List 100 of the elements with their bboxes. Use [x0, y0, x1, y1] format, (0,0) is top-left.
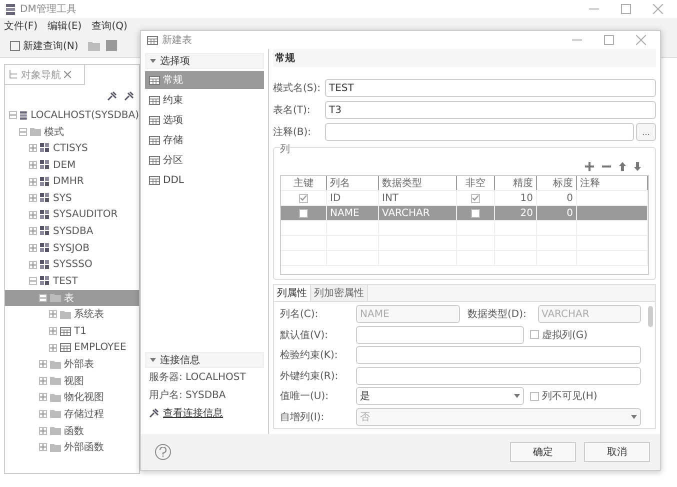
tree-item[interactable]: 视图	[5, 372, 139, 390]
tree-item[interactable]: 外部表	[5, 356, 139, 372]
collapse-icon	[19, 128, 27, 136]
option-item[interactable]: 选项	[145, 111, 264, 129]
expand-icon	[29, 244, 37, 252]
up-arrow-icon[interactable]	[619, 162, 626, 171]
connection-info-link[interactable]: 查看连接信息	[145, 404, 264, 422]
checkbox[interactable]	[471, 208, 480, 218]
tree-item[interactable]: SYS	[5, 190, 139, 207]
option-item[interactable]: 存储	[145, 131, 264, 149]
tree-label: CTISYS	[53, 142, 88, 154]
browse-button[interactable]: ...	[636, 123, 656, 141]
field-label: 默认值(V):	[280, 328, 330, 342]
section-title: 选择项	[160, 54, 190, 68]
option-label: 分区	[163, 154, 183, 167]
maximize-button[interactable]	[621, 4, 631, 14]
input-field[interactable]	[356, 326, 524, 344]
dialog-button[interactable]: 取消	[584, 442, 650, 462]
group-legend: 列	[280, 142, 290, 156]
minimize-button[interactable]	[589, 8, 599, 10]
tree-label: 表	[64, 292, 74, 305]
checkbox[interactable]	[299, 208, 308, 218]
option-label: DDL	[163, 174, 184, 186]
tree-item[interactable]: 物化视图	[5, 389, 139, 406]
help-button[interactable]	[155, 444, 171, 460]
list-icon	[149, 76, 160, 84]
tree-label: 存储过程	[64, 408, 104, 421]
tree-item[interactable]: 存储过程	[5, 406, 139, 422]
menu-item[interactable]: 文件(F)	[4, 19, 38, 33]
tree-item[interactable]: TEST	[5, 272, 139, 290]
field-label: 外键约束(R):	[280, 370, 340, 383]
tree-item[interactable]: T1	[5, 322, 139, 340]
input-field[interactable]: TEST	[325, 79, 656, 97]
tree-item[interactable]: EMPLOYEE	[5, 339, 139, 356]
checkbox[interactable]	[530, 330, 539, 340]
checkbox[interactable]	[471, 194, 480, 202]
tree-item[interactable]: DMHR	[5, 173, 139, 190]
server-icon	[6, 4, 16, 14]
tree-item[interactable]: SYSJOB	[5, 240, 139, 256]
expand-icon	[39, 360, 47, 368]
input-field[interactable]: T3	[325, 101, 656, 119]
tree-item[interactable]: CTISYS	[5, 140, 139, 157]
new-query-button[interactable]: 新建查询(N)	[6, 38, 82, 52]
tree-icon	[9, 70, 18, 79]
folder-icon	[50, 442, 61, 452]
tree-item[interactable]: SYSSSO	[5, 256, 139, 273]
tab[interactable]: 列加密属性	[311, 285, 368, 301]
menu-item[interactable]: 查询(Q)	[92, 19, 128, 33]
checkbox[interactable]	[530, 392, 539, 401]
dropdown[interactable]: 是	[356, 387, 524, 406]
section-heading: 常规	[273, 49, 656, 67]
tree-item[interactable]: LOCALHOST(SYSDBA)	[5, 107, 139, 124]
input-field[interactable]	[325, 123, 634, 141]
tree-item[interactable]: 系统表	[5, 306, 139, 323]
tree-label: 函数	[64, 424, 84, 438]
tree-item[interactable]: SYSAUDITOR	[5, 206, 139, 224]
maximize-button[interactable]	[604, 35, 614, 45]
tree-item[interactable]: 函数	[5, 422, 139, 439]
add-icon[interactable]	[585, 162, 594, 171]
grid-icon	[40, 210, 50, 220]
close-icon[interactable]	[64, 71, 71, 78]
caret-icon	[514, 394, 520, 398]
tree-label: SYSSSO	[53, 259, 92, 270]
tree-item[interactable]: DEM	[5, 156, 139, 174]
expand-icon	[39, 443, 47, 452]
tree-item[interactable]: 外部函数	[5, 438, 139, 456]
option-label: 约束	[163, 94, 183, 107]
tree-item[interactable]: SYSDBA	[5, 223, 139, 240]
field-label: 检验约束(K):	[280, 348, 339, 362]
option-item[interactable]: DDL	[145, 171, 264, 189]
input-field[interactable]	[356, 346, 641, 364]
checkbox[interactable]	[299, 194, 308, 202]
option-item[interactable]: 约束	[145, 91, 264, 109]
table-row[interactable]: ID INT 10 0	[281, 191, 648, 206]
minimize-button[interactable]	[572, 39, 582, 41]
tree-item[interactable]: 模式	[5, 124, 139, 140]
folder-icon	[50, 293, 61, 302]
field-label: 模式名(S):	[273, 82, 322, 95]
table-icon	[147, 36, 158, 44]
checkbox-label: 虚拟列(G)	[542, 328, 588, 342]
collapse-icon	[29, 277, 37, 286]
expand-icon	[39, 376, 47, 385]
option-item[interactable]: 分区	[145, 151, 264, 169]
window-title: DM管理工具	[20, 3, 76, 16]
dialog-button[interactable]: 确定	[510, 442, 576, 462]
menu-item[interactable]: 编辑(E)	[48, 19, 82, 33]
tab[interactable]: 列属性	[274, 285, 311, 301]
down-arrow-icon[interactable]	[634, 162, 641, 171]
document-icon	[10, 40, 21, 51]
column-header: 列名	[327, 176, 379, 190]
column-header: 非空	[457, 176, 495, 190]
table-cell: NAME	[327, 206, 379, 220]
field-label: 自增列(I):	[280, 410, 326, 424]
tree-label: T1	[74, 326, 86, 337]
scrollbar[interactable]	[648, 306, 653, 326]
close-button[interactable]	[636, 35, 646, 45]
close-button[interactable]	[653, 4, 663, 14]
grid-icon	[40, 226, 50, 236]
input-field[interactable]	[356, 366, 641, 385]
field-label: 表名(T):	[273, 104, 312, 117]
